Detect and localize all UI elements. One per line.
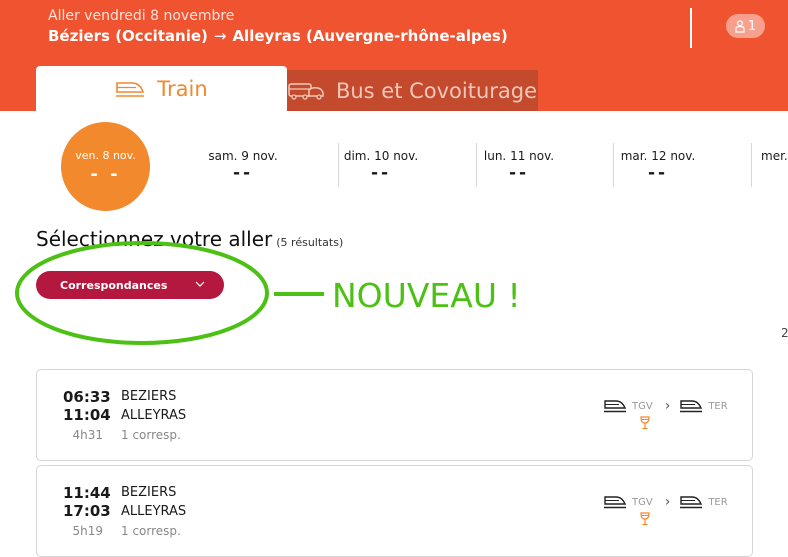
edge-number: 2 — [781, 326, 788, 340]
chevron-right-icon: › — [664, 398, 671, 414]
train-icon — [680, 400, 703, 413]
arrival-station: ALLEYRAS — [121, 408, 187, 423]
trip-route[interactable]: Béziers (Occitanie) → Alleyras (Auvergne-r… — [48, 27, 508, 45]
date-price: -- — [508, 163, 530, 183]
header-divider — [690, 8, 692, 48]
tab-train-label: Train — [157, 76, 208, 101]
date-label: sam. 9 nov. — [208, 149, 278, 163]
tab-bus-carpool-label: Bus et Covoiturage — [335, 78, 538, 103]
person-icon — [735, 19, 745, 33]
train-icon — [680, 496, 703, 509]
results-count: (5 résultats) — [276, 236, 344, 249]
arrival-time: 17:03 — [63, 502, 111, 520]
train-legs: TGV › TER — [604, 494, 728, 510]
date-price: -- — [370, 163, 392, 183]
date-price: -- — [647, 163, 669, 183]
train-icon — [604, 400, 626, 413]
connections-count: 1 corresp. — [121, 428, 181, 442]
train-icon — [116, 81, 145, 97]
date-option[interactable]: mar. 12 nov. -- — [593, 143, 723, 187]
origin-label: Béziers (Occitanie) — [48, 27, 208, 45]
annotation-connector — [274, 292, 324, 296]
journey-duration: 5h19 — [72, 524, 103, 538]
date-label: mar. 12 nov. — [620, 149, 696, 163]
date-option[interactable]: lun. 11 nov. -- — [454, 143, 584, 187]
arrival-station: ALLEYRAS — [121, 504, 187, 519]
date-option[interactable]: mer. — [761, 143, 788, 187]
departure-station: BEZIERS — [121, 485, 177, 500]
date-divider — [751, 143, 752, 187]
departure-time: 11:44 — [63, 484, 111, 502]
train-icon — [604, 496, 626, 509]
date-label: lun. 11 nov. — [483, 149, 555, 163]
date-selected[interactable]: ven. 8 nov. - - — [61, 122, 150, 211]
highlight-oval — [15, 241, 269, 345]
trip-header: Aller vendredi 8 novembre Béziers (Occit… — [0, 0, 788, 111]
departure-time: 06:33 — [63, 388, 111, 406]
train-type: TGV — [632, 400, 653, 412]
chevron-right-icon: › — [664, 494, 671, 510]
date-label: mer. — [761, 149, 788, 163]
date-label: ven. 8 nov. — [75, 149, 136, 162]
train-type: TER — [708, 400, 728, 412]
tab-bus-carpool[interactable]: Bus et Covoiturage — [287, 70, 538, 111]
passengers-button[interactable]: 1 — [726, 14, 765, 38]
journey-duration: 4h31 — [72, 428, 103, 442]
date-price: - - — [90, 164, 121, 185]
date-price: -- — [232, 163, 254, 183]
connections-count: 1 corresp. — [121, 524, 181, 538]
train-legs: TGV › TER — [604, 398, 728, 414]
journey-card[interactable]: 06:33 11:04 4h31 BEZIERS ALLEYRAS 1 corr… — [36, 369, 753, 461]
annotation-label: NOUVEAU ! — [332, 276, 521, 315]
arrival-time: 11:04 — [63, 406, 111, 424]
tab-train[interactable]: Train — [36, 66, 287, 111]
bar-service-icon — [640, 416, 650, 430]
train-type: TGV — [632, 496, 653, 508]
bar-service-icon — [640, 512, 650, 526]
date-label: dim. 10 nov. — [343, 149, 419, 163]
journey-card[interactable]: 11:44 17:03 5h19 BEZIERS ALLEYRAS 1 corr… — [36, 465, 753, 557]
arrow-right-icon: → — [213, 27, 227, 45]
passenger-count: 1 — [747, 18, 757, 34]
date-option[interactable]: dim. 10 nov. -- — [316, 143, 446, 187]
train-type: TER — [708, 496, 728, 508]
destination-label: Alleyras (Auvergne-rhône-alpes) — [232, 27, 508, 45]
trip-date: Aller vendredi 8 novembre — [48, 8, 235, 24]
departure-station: BEZIERS — [121, 389, 177, 404]
date-option[interactable]: sam. 9 nov. -- — [178, 143, 308, 187]
bus-car-icon — [288, 82, 324, 100]
